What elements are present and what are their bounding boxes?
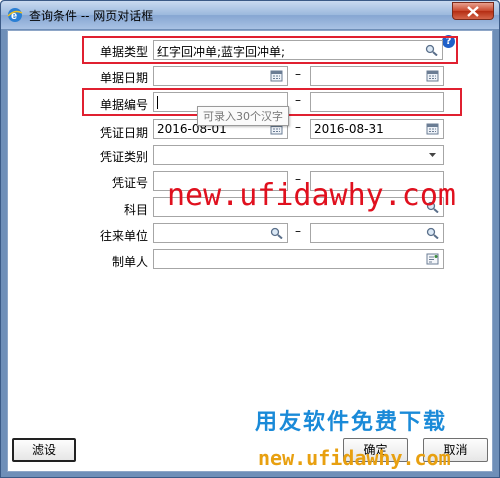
search-icon[interactable] xyxy=(426,227,439,239)
filter-settings-button[interactable]: 滤设 xyxy=(12,438,76,462)
voucher-date-to[interactable]: 2016-08-31 xyxy=(310,119,444,139)
doc-date-from[interactable] xyxy=(153,66,288,86)
doc-date-to[interactable] xyxy=(310,66,444,86)
dropdown-arrow-icon[interactable] xyxy=(426,149,439,161)
window-title: 查询条件 -- 网页对话框 xyxy=(29,9,154,23)
ie-icon: e xyxy=(7,7,23,23)
input-tooltip: 可录入30个汉字 xyxy=(197,106,289,126)
highlight-doc-type xyxy=(82,36,458,64)
range-separator: – xyxy=(295,67,301,81)
doc-date-label: 单据日期 xyxy=(99,71,148,85)
watermark-brand: 用友软件免费下载 xyxy=(255,410,448,435)
calendar-icon[interactable] xyxy=(270,70,283,82)
user-select-icon[interactable] xyxy=(426,253,439,265)
range-separator: – xyxy=(295,120,301,134)
voucher-date-label: 凭证日期 xyxy=(99,126,148,140)
watermark-url: new.ufidawhy.com xyxy=(167,178,456,213)
close-icon xyxy=(467,6,479,17)
search-icon[interactable] xyxy=(270,227,283,239)
voucher-category-select[interactable] xyxy=(153,145,444,165)
title-bar[interactable]: e 查询条件 -- 网页对话框 xyxy=(1,1,499,29)
creator-label: 制单人 xyxy=(111,255,148,269)
partner-label: 往来单位 xyxy=(99,229,148,243)
voucher-number-label: 凭证号 xyxy=(111,176,148,190)
close-button[interactable] xyxy=(452,2,494,20)
voucher-category-label: 凭证类别 xyxy=(99,150,148,164)
voucher-date-to-value: 2016-08-31 xyxy=(314,122,384,136)
subject-label: 科目 xyxy=(123,203,148,217)
partner-from[interactable] xyxy=(153,223,288,243)
calendar-icon[interactable] xyxy=(426,70,439,82)
creator-field[interactable] xyxy=(153,249,444,269)
range-separator: – xyxy=(295,224,301,238)
partner-to[interactable] xyxy=(310,223,444,243)
calendar-icon[interactable] xyxy=(426,123,439,135)
watermark-url-bottom: new.ufidawhy.com xyxy=(258,446,451,470)
